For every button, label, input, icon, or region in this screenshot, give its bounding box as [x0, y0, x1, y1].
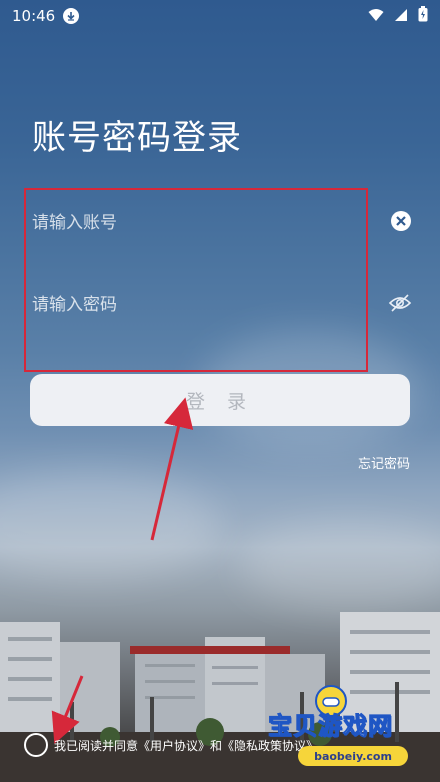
user-agreement-link[interactable]: 《用户协议》	[138, 737, 210, 754]
agreement-and: 和	[210, 738, 223, 753]
signal-icon	[394, 7, 408, 26]
forgot-password-link[interactable]: 忘记密码	[358, 453, 410, 472]
account-field	[32, 198, 412, 248]
eye-off-icon[interactable]	[388, 293, 412, 317]
battery-icon	[418, 6, 428, 26]
download-icon	[63, 8, 80, 24]
watermark-url: baobeiy.com	[298, 746, 408, 766]
status-bar: 10:46	[0, 0, 440, 32]
page-title: 账号密码登录	[32, 118, 242, 158]
password-input[interactable]	[32, 295, 332, 315]
agreement-prefix: 我已阅读并同意	[54, 738, 139, 753]
watermark-text: 宝贝游戏网	[268, 712, 393, 741]
account-input[interactable]	[32, 213, 332, 233]
wifi-icon	[368, 7, 384, 26]
clear-icon[interactable]	[390, 210, 412, 236]
login-button[interactable]: 登 录	[30, 374, 410, 426]
agreement-checkbox[interactable]	[24, 733, 48, 757]
watermark-logo: 宝贝游戏网 baobeiy.com	[262, 685, 434, 776]
password-field	[32, 280, 412, 330]
status-time: 10:46	[12, 7, 56, 25]
